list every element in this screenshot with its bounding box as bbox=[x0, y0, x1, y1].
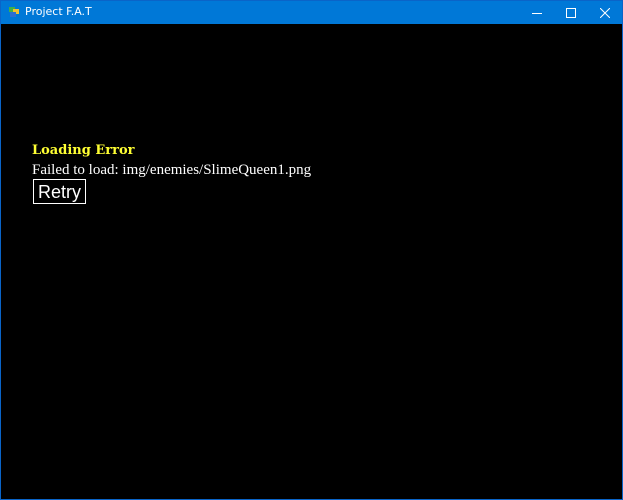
title-bar[interactable]: Project F.A.T bbox=[1, 1, 622, 24]
close-icon bbox=[599, 7, 610, 18]
error-title: Loading Error bbox=[32, 143, 135, 158]
close-button[interactable] bbox=[587, 1, 622, 24]
app-window: Project F.A.T Loading Error Failed to lo… bbox=[0, 0, 623, 500]
minimize-button[interactable] bbox=[519, 1, 554, 24]
retry-button[interactable]: Retry bbox=[33, 179, 87, 204]
game-canvas: Loading Error Failed to load: img/enemie… bbox=[1, 24, 622, 499]
minimize-icon bbox=[531, 8, 542, 18]
error-message: Failed to load: img/enemies/SlimeQueen1.… bbox=[32, 162, 312, 178]
window-title: Project F.A.T bbox=[25, 5, 92, 18]
maximize-button[interactable] bbox=[553, 1, 588, 24]
app-icon bbox=[8, 6, 20, 18]
maximize-icon bbox=[565, 7, 576, 18]
